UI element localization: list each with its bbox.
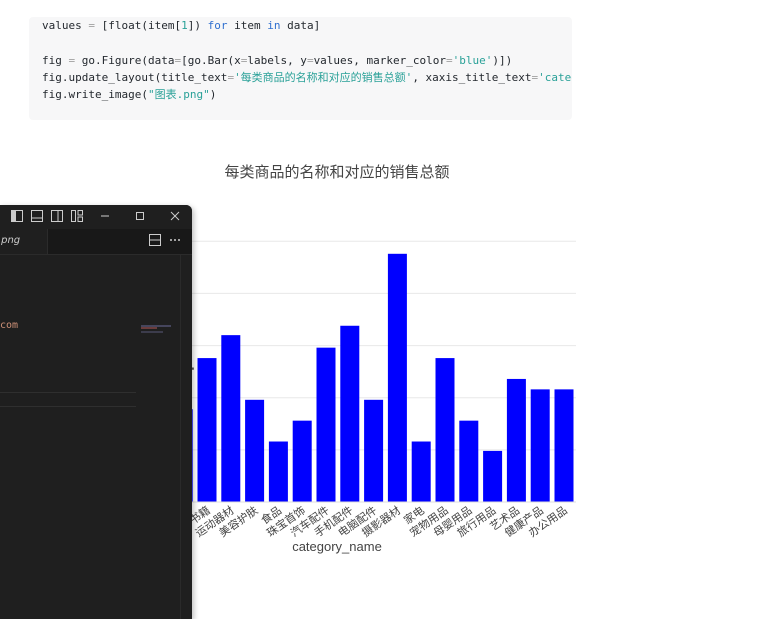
editor-area[interactable]: .com bbox=[0, 255, 192, 619]
bar bbox=[483, 450, 503, 502]
bars bbox=[173, 253, 574, 502]
editor-tab-label: t.png bbox=[0, 235, 21, 246]
bar bbox=[554, 389, 574, 502]
layout-sidebar-right-icon[interactable] bbox=[50, 210, 64, 224]
code-line-1: values = [float(item[1]) for item in dat… bbox=[42, 19, 321, 32]
split-editor-icon[interactable] bbox=[148, 234, 162, 248]
image-viewer-window: t.png .com bbox=[0, 205, 192, 619]
window-titlebar bbox=[0, 205, 192, 229]
bar bbox=[459, 420, 479, 502]
bar bbox=[292, 420, 312, 502]
code-block: values = [float(item[1]) for item in dat… bbox=[29, 17, 572, 120]
editor-tab-bar: t.png bbox=[0, 229, 192, 255]
bar bbox=[506, 378, 526, 502]
bar bbox=[268, 441, 288, 502]
bar bbox=[387, 253, 407, 502]
bar bbox=[340, 325, 360, 502]
bar bbox=[221, 335, 241, 502]
editor-divider bbox=[0, 406, 136, 407]
x-tick-labels: 食品书籍运动器材美容护肤食品珠宝首饰汽车配件手机配件电脑配件摄影器材家电宠物用品… bbox=[163, 503, 570, 540]
code-line-2: fig = go.Figure(data=[go.Bar(x=labels, y… bbox=[42, 54, 513, 67]
layout-sidebar-left-icon[interactable] bbox=[10, 210, 24, 224]
layout-panel-icon[interactable] bbox=[30, 210, 44, 224]
screen: values = [float(item[1]) for item in dat… bbox=[0, 0, 774, 619]
layout-customize-icon[interactable] bbox=[70, 210, 84, 224]
more-actions-icon[interactable] bbox=[168, 234, 182, 248]
bar bbox=[364, 399, 384, 502]
close-icon[interactable] bbox=[168, 210, 182, 224]
editor-tab[interactable]: t.png bbox=[0, 229, 48, 254]
minimize-icon[interactable] bbox=[98, 210, 112, 224]
code-line-4: fig.write_image("图表.png") bbox=[42, 88, 217, 101]
bar bbox=[316, 347, 336, 502]
editor-text: .com bbox=[0, 320, 19, 331]
code-line-3: fig.update_layout(title_text='每类商品的名称和对应… bbox=[42, 71, 572, 84]
editor-scrollbar[interactable] bbox=[180, 255, 181, 619]
editor-divider bbox=[0, 392, 136, 393]
bar bbox=[435, 358, 455, 502]
bar bbox=[411, 441, 431, 502]
bar bbox=[530, 389, 550, 502]
x-axis-title: category_name bbox=[292, 539, 382, 554]
chart-title: 每类商品的名称和对应的销售总额 bbox=[224, 163, 449, 181]
bar bbox=[197, 358, 217, 502]
bar bbox=[245, 399, 265, 502]
minimap[interactable] bbox=[139, 322, 173, 338]
maximize-icon[interactable] bbox=[133, 210, 147, 224]
